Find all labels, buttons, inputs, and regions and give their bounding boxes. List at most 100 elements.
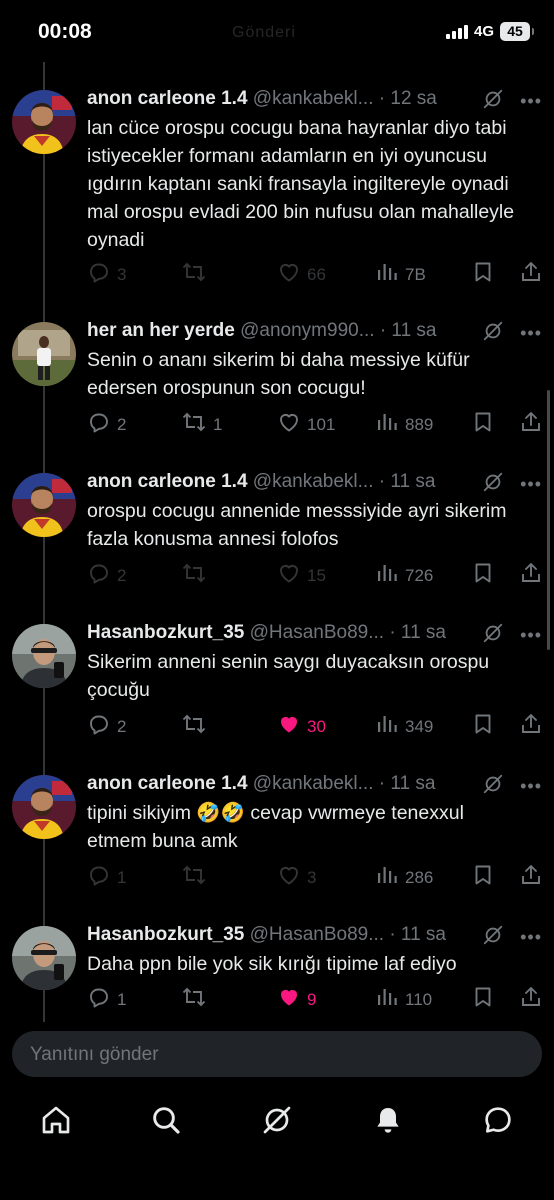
views-icon — [375, 410, 399, 439]
views-icon — [375, 260, 399, 289]
reply-button[interactable]: 3 — [87, 260, 126, 289]
tweet-text: tipini sikiyim 🤣🤣 cevap vwrmeye tenexxul… — [87, 802, 464, 852]
share-button[interactable] — [519, 712, 543, 741]
battery-icon: 45 — [500, 22, 534, 41]
views-button[interactable]: 7B — [375, 260, 426, 289]
display-name[interactable]: her an her yerde — [87, 320, 235, 341]
views-button[interactable]: 110 — [375, 985, 432, 1014]
more-options-icon[interactable]: ••• — [520, 471, 542, 497]
display-name[interactable]: Hasanbozkurt_35 — [87, 622, 244, 643]
bookmark-button[interactable] — [471, 985, 495, 1014]
tweet-time: · 11 sa — [379, 320, 437, 341]
display-name[interactable]: Hasanbozkurt_35 — [87, 924, 244, 945]
display-name[interactable]: anon carleone 1.4 — [87, 471, 248, 492]
like-count: 15 — [307, 565, 326, 585]
tweet-text: orospu cocugu annenide messsiyide ayri s… — [87, 500, 507, 550]
bookmark-button[interactable] — [471, 260, 495, 289]
repost-button[interactable] — [181, 863, 213, 892]
bookmark-button[interactable] — [471, 410, 495, 439]
tweet-actions: 1 9 110 — [87, 985, 542, 1013]
reply-button[interactable]: 1 — [87, 985, 126, 1014]
user-handle: @kankabekl... — [252, 88, 374, 109]
views-button[interactable]: 889 — [375, 410, 433, 439]
views-button[interactable]: 726 — [375, 561, 433, 590]
reply-icon — [87, 863, 111, 892]
avatar[interactable] — [12, 775, 76, 839]
scrollbar[interactable] — [547, 390, 550, 650]
repost-button[interactable] — [181, 260, 213, 289]
bookmark-button[interactable] — [471, 561, 495, 590]
tweet-actions: 3 66 7B — [87, 260, 542, 288]
avatar[interactable] — [12, 322, 76, 386]
views-icon — [375, 863, 399, 892]
bookmark-button[interactable] — [471, 863, 495, 892]
reply-count: 1 — [117, 989, 127, 1009]
views-icon — [375, 985, 399, 1014]
reply-button[interactable]: 2 — [87, 712, 126, 741]
like-button[interactable]: 66 — [277, 260, 326, 289]
more-options-icon[interactable]: ••• — [520, 924, 542, 950]
reply-button[interactable]: 1 — [87, 863, 126, 892]
repost-button[interactable] — [181, 712, 213, 741]
display-name[interactable]: anon carleone 1.4 — [87, 88, 248, 109]
avatar[interactable] — [12, 624, 76, 688]
bookmark-icon — [471, 712, 495, 741]
like-count: 66 — [307, 264, 326, 284]
share-button[interactable] — [519, 561, 543, 590]
bookmark-icon — [471, 260, 495, 289]
grok-icon[interactable] — [261, 1104, 293, 1136]
messages-icon[interactable] — [482, 1104, 514, 1136]
views-button[interactable]: 286 — [375, 863, 433, 892]
share-button[interactable] — [519, 863, 543, 892]
bookmark-button[interactable] — [471, 712, 495, 741]
like-icon — [277, 410, 301, 439]
tweet-header: her an her yerde @anonym990... · 11 sa •… — [87, 318, 542, 344]
like-button[interactable]: 3 — [277, 863, 316, 892]
reply-button[interactable]: 2 — [87, 410, 126, 439]
like-button[interactable]: 15 — [277, 561, 326, 590]
tweet-time: · 12 sa — [378, 88, 437, 109]
more-options-icon[interactable]: ••• — [520, 320, 542, 346]
tweet-text: lan cüce orospu cocugu bana hayranlar di… — [87, 117, 515, 251]
more-options-icon[interactable]: ••• — [520, 773, 542, 799]
repost-button[interactable] — [181, 985, 213, 1014]
share-button[interactable] — [519, 410, 543, 439]
share-icon — [519, 410, 543, 439]
network-type: 4G — [473, 23, 494, 40]
views-count: 286 — [405, 867, 434, 887]
reply-button[interactable]: 2 — [87, 561, 126, 590]
more-options-icon[interactable]: ••• — [520, 622, 542, 648]
search-icon[interactable] — [150, 1104, 182, 1136]
share-icon — [519, 712, 543, 741]
display-name[interactable]: anon carleone 1.4 — [87, 773, 248, 794]
tweet-time: · 11 sa — [389, 622, 447, 643]
like-icon — [277, 985, 301, 1014]
status-bar: 00:08 Gönderi 4G 45 — [0, 0, 554, 66]
repost-button[interactable]: 1 — [181, 410, 222, 439]
repost-icon — [181, 561, 207, 590]
avatar[interactable] — [12, 473, 76, 537]
like-button[interactable]: 9 — [277, 985, 316, 1014]
avatar[interactable] — [12, 90, 76, 154]
views-button[interactable]: 349 — [375, 712, 433, 741]
like-icon — [277, 561, 301, 590]
share-icon — [519, 985, 543, 1014]
like-count: 3 — [307, 867, 317, 887]
reply-count: 3 — [117, 264, 127, 284]
reply-input[interactable] — [28, 1031, 512, 1079]
like-button[interactable]: 101 — [277, 410, 335, 439]
share-button[interactable] — [519, 260, 543, 289]
like-button[interactable]: 30 — [277, 712, 326, 741]
home-icon[interactable] — [40, 1104, 72, 1136]
repost-button[interactable] — [181, 561, 213, 590]
reply-icon — [87, 410, 111, 439]
reply-composer[interactable] — [12, 1031, 542, 1079]
avatar[interactable] — [12, 926, 76, 990]
share-button[interactable] — [519, 985, 543, 1014]
notifications-icon[interactable] — [372, 1104, 404, 1136]
user-handle: @HasanBo89... — [249, 622, 385, 643]
more-options-icon[interactable]: ••• — [520, 88, 542, 114]
views-count: 889 — [405, 414, 434, 434]
views-count: 7B — [405, 264, 426, 284]
repost-icon — [181, 985, 207, 1014]
